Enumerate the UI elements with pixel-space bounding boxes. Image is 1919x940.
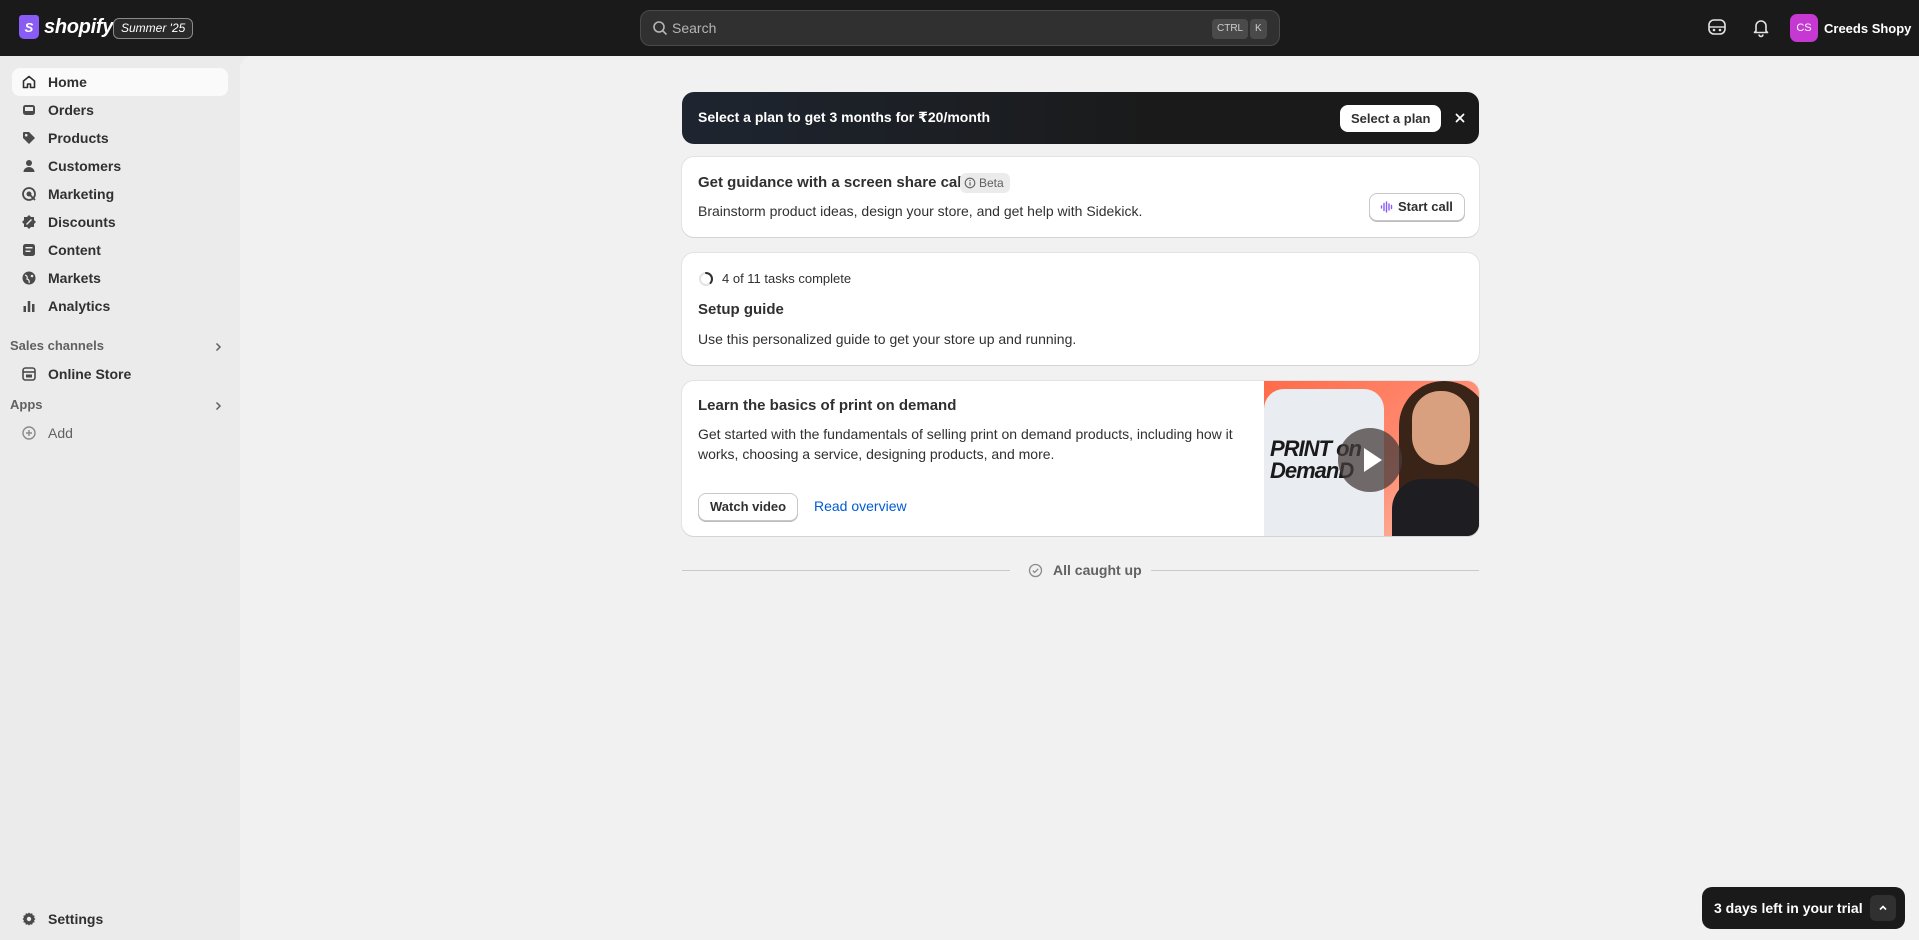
select-plan-button[interactable]: Select a plan bbox=[1340, 105, 1442, 132]
shopify-bag-icon bbox=[19, 15, 39, 39]
sidebar-item-label: Products bbox=[48, 130, 109, 146]
close-icon[interactable] bbox=[1451, 109, 1469, 127]
start-call-label: Start call bbox=[1398, 199, 1453, 214]
gear-icon bbox=[22, 912, 36, 926]
top-bar: shopify Summer '25 Search CTRL K CS Cree… bbox=[0, 0, 1919, 56]
plan-banner: Select a plan to get 3 months for ₹20/mo… bbox=[682, 92, 1479, 144]
divider bbox=[1151, 570, 1479, 571]
presenter-body bbox=[1392, 479, 1479, 536]
sales-channels-heading[interactable]: Sales channels bbox=[10, 338, 104, 353]
globe-icon bbox=[22, 271, 36, 285]
search-icon bbox=[653, 21, 667, 35]
sidebar-item-marketing[interactable]: Marketing bbox=[12, 180, 228, 208]
home-icon bbox=[22, 75, 36, 89]
inbox-icon bbox=[23, 105, 35, 115]
setup-guide-title: Setup guide bbox=[698, 301, 784, 318]
setup-guide-card[interactable]: 4 of 11 tasks complete Setup guide Use t… bbox=[682, 253, 1479, 365]
sidebar-item-label: Online Store bbox=[48, 366, 132, 382]
sidebar-item-add-app[interactable]: Add bbox=[12, 419, 228, 447]
person-icon bbox=[23, 160, 35, 172]
screen-share-card: Get guidance with a screen share call Be… bbox=[682, 157, 1479, 237]
all-caught-up: All caught up bbox=[682, 560, 1479, 580]
sidebar-item-label: Orders bbox=[48, 102, 94, 118]
divider bbox=[682, 570, 1010, 571]
watch-video-button[interactable]: Watch video bbox=[698, 493, 799, 521]
target-icon bbox=[22, 187, 36, 201]
bell-icon[interactable] bbox=[1750, 16, 1772, 38]
sidebar: Home Orders Products Customers Marketing… bbox=[0, 56, 240, 940]
setup-guide-description: Use this personalized guide to get your … bbox=[698, 331, 1077, 347]
sidebar-item-label: Markets bbox=[48, 270, 101, 286]
info-icon bbox=[964, 177, 976, 189]
sidebar-item-products[interactable]: Products bbox=[12, 124, 228, 152]
sidebar-item-label: Add bbox=[48, 425, 73, 441]
screen-share-title: Get guidance with a screen share call bbox=[698, 174, 966, 191]
store-icon bbox=[22, 367, 36, 381]
screen-share-description: Brainstorm product ideas, design your st… bbox=[698, 203, 1143, 219]
sidebar-item-markets[interactable]: Markets bbox=[12, 264, 228, 292]
sidebar-item-online-store[interactable]: Online Store bbox=[12, 360, 228, 388]
progress-ring-icon bbox=[699, 272, 713, 286]
account-menu[interactable]: CS Creeds Shopy bbox=[1790, 14, 1911, 42]
caught-up-text: All caught up bbox=[1053, 562, 1142, 578]
shortcut-k-key: K bbox=[1250, 19, 1267, 39]
sidebar-item-analytics[interactable]: Analytics bbox=[12, 292, 228, 320]
sidebar-item-home[interactable]: Home bbox=[12, 68, 228, 96]
beta-badge: Beta bbox=[960, 173, 1010, 193]
avatar: CS bbox=[1790, 14, 1818, 42]
play-icon[interactable] bbox=[1338, 428, 1402, 492]
video-thumbnail[interactable]: PRINT on DemanD bbox=[1264, 381, 1479, 536]
sidebar-item-settings[interactable]: Settings bbox=[12, 905, 228, 933]
sidebar-item-label: Marketing bbox=[48, 186, 115, 202]
shopify-logo[interactable]: shopify bbox=[19, 15, 113, 39]
sidekick-icon[interactable] bbox=[1706, 16, 1728, 38]
trial-text: 3 days left in your trial bbox=[1714, 900, 1863, 916]
check-circle-icon bbox=[1028, 563, 1043, 578]
chevron-right-icon[interactable] bbox=[212, 341, 224, 353]
sidebar-item-label: Customers bbox=[48, 158, 122, 174]
search-input[interactable]: Search bbox=[672, 20, 716, 36]
tasks-progress-text: 4 of 11 tasks complete bbox=[722, 271, 852, 286]
start-call-button[interactable]: Start call bbox=[1369, 193, 1465, 221]
pod-description: Get started with the fundamentals of sel… bbox=[698, 426, 1233, 462]
read-overview-link[interactable]: Read overview bbox=[814, 498, 907, 514]
bar-chart-icon bbox=[23, 301, 35, 312]
sidebar-item-discounts[interactable]: Discounts bbox=[12, 208, 228, 236]
discount-icon bbox=[22, 215, 36, 229]
content-icon bbox=[23, 244, 35, 256]
sidebar-item-label: Home bbox=[48, 74, 87, 90]
trial-banner[interactable]: 3 days left in your trial bbox=[1702, 887, 1905, 929]
sidebar-item-label: Discounts bbox=[48, 214, 116, 230]
sidebar-item-content[interactable]: Content bbox=[12, 236, 228, 264]
sidebar-item-label: Settings bbox=[48, 911, 104, 927]
apps-heading[interactable]: Apps bbox=[10, 397, 43, 412]
plus-circle-icon bbox=[22, 426, 36, 440]
banner-text: Select a plan to get 3 months for ₹20/mo… bbox=[698, 109, 991, 125]
presenter-face bbox=[1412, 391, 1470, 465]
edition-badge[interactable]: Summer '25 bbox=[113, 18, 194, 39]
sidebar-item-label: Analytics bbox=[48, 298, 111, 314]
beta-label: Beta bbox=[979, 176, 1004, 190]
chevron-right-icon[interactable] bbox=[212, 400, 224, 412]
store-name: Creeds Shopy bbox=[1824, 20, 1912, 36]
sidebar-item-customers[interactable]: Customers bbox=[12, 152, 228, 180]
shortcut-ctrl-key: CTRL bbox=[1212, 19, 1249, 39]
expand-trial-button[interactable] bbox=[1870, 895, 1896, 921]
pod-title: Learn the basics of print on demand bbox=[698, 397, 957, 414]
logo-text: shopify bbox=[44, 15, 114, 38]
sidebar-item-label: Content bbox=[48, 242, 101, 258]
audio-wave-icon bbox=[1380, 201, 1393, 213]
search-bar[interactable]: Search CTRL K bbox=[640, 10, 1280, 46]
print-on-demand-card: Learn the basics of print on demand Get … bbox=[682, 381, 1479, 536]
chevron-up-icon bbox=[1879, 905, 1887, 911]
sidebar-item-orders[interactable]: Orders bbox=[12, 96, 228, 124]
tag-icon bbox=[23, 132, 35, 144]
